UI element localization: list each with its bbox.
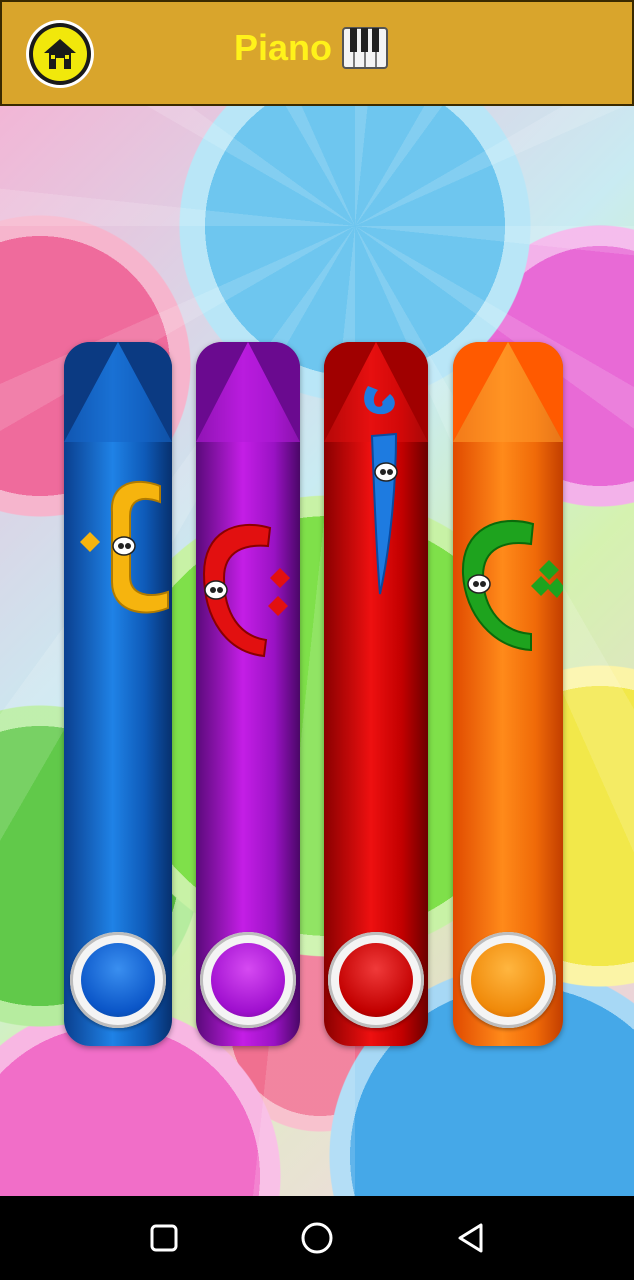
key-play-button[interactable] (70, 932, 166, 1028)
home-button[interactable] (26, 20, 94, 88)
letter-tha-character-icon (461, 520, 563, 652)
app-header: Piano (0, 0, 634, 106)
home-nav-button[interactable] (297, 1218, 337, 1258)
back-nav-button[interactable] (451, 1218, 491, 1258)
piano-key-ta[interactable] (196, 342, 300, 1046)
system-navigation-bar (0, 1196, 634, 1280)
recent-apps-button[interactable] (144, 1218, 184, 1258)
home-icon (44, 39, 76, 69)
key-play-button[interactable] (328, 932, 424, 1028)
piano-key-tha[interactable] (453, 342, 563, 1046)
key-play-button[interactable] (460, 932, 556, 1028)
piano-keys-icon (342, 27, 389, 69)
recent-apps-icon (150, 1224, 178, 1252)
page-title: Piano (234, 26, 389, 70)
key-tip-icon (453, 342, 563, 442)
piano-key-ba[interactable] (64, 342, 172, 1046)
key-play-button[interactable] (200, 932, 296, 1028)
citrus-background (0, 106, 634, 1196)
back-triangle-icon (458, 1223, 483, 1253)
key-tip-icon (196, 342, 300, 442)
title-text: Piano (234, 27, 333, 68)
piano-key-alif[interactable] (324, 342, 428, 1046)
letter-ta-character-icon (202, 523, 290, 658)
letter-alif-character-icon (364, 386, 398, 595)
home-circle-icon (301, 1222, 333, 1254)
key-tip-icon (64, 342, 172, 442)
letter-ba-character-icon (80, 480, 169, 614)
